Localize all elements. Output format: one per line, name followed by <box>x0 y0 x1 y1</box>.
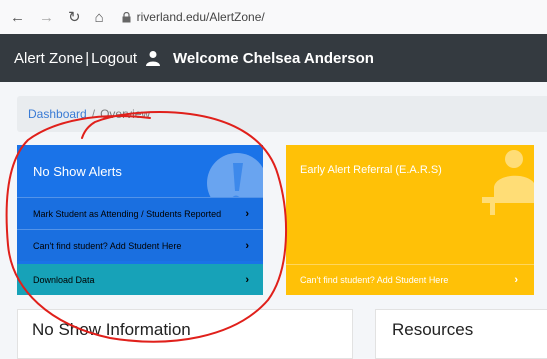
welcome-message: Welcome Chelsea Anderson <box>173 49 374 67</box>
breadcrumb-overview: Overview <box>100 107 151 121</box>
ear-add-student-link[interactable]: Can't find student? Add Student Here › <box>286 264 534 295</box>
resources-title: Resources <box>392 320 474 339</box>
add-student-link[interactable]: Can't find student? Add Student Here › <box>17 229 263 261</box>
back-arrow-icon[interactable]: ← <box>10 10 25 25</box>
chevron-right-icon: › <box>245 239 249 252</box>
resources-card: Resources <box>375 309 547 359</box>
lock-icon <box>122 11 131 22</box>
app-header: Alert Zone | Logout Welcome Chelsea Ande… <box>0 34 547 82</box>
url-text: riverland.edu/AlertZone/ <box>136 10 265 24</box>
add-student-label: Can't find student? Add Student Here <box>33 240 182 251</box>
chevron-right-icon: › <box>245 207 249 220</box>
chevron-right-icon: › <box>245 273 249 286</box>
no-show-information-title: No Show Information <box>32 320 191 339</box>
person-at-desk-icon <box>482 150 534 215</box>
ear-add-student-label: Can't find student? Add Student Here <box>300 275 449 285</box>
chevron-right-icon: › <box>514 274 518 286</box>
breadcrumb: Dashboard / Overview <box>17 96 547 132</box>
alert-zone-link[interactable]: Alert Zone <box>14 50 83 67</box>
mark-student-attending-link[interactable]: Mark Student as Attending / Students Rep… <box>17 197 263 229</box>
address-bar[interactable]: riverland.edu/AlertZone/ <box>122 10 265 24</box>
mark-student-attending-label: Mark Student as Attending / Students Rep… <box>33 208 222 219</box>
logout-link[interactable]: Logout <box>91 50 137 67</box>
header-separator: | <box>85 49 90 67</box>
no-show-alerts-title: No Show Alerts <box>33 164 122 179</box>
reload-icon[interactable]: ↻ <box>68 10 81 25</box>
download-data-link[interactable]: Download Data › <box>17 264 263 295</box>
home-icon[interactable]: ⌂ <box>95 10 104 25</box>
breadcrumb-separator: / <box>91 107 96 121</box>
user-icon <box>146 51 160 66</box>
no-show-information-card: No Show Information <box>17 309 353 359</box>
breadcrumb-dashboard[interactable]: Dashboard <box>28 107 87 121</box>
early-alert-referral-card: Early Alert Referral (E.A.R.S) Can't fin… <box>286 145 534 295</box>
forward-arrow-icon[interactable]: → <box>39 10 54 25</box>
browser-toolbar: ← → ↻ ⌂ riverland.edu/AlertZone/ <box>0 0 547 34</box>
early-alert-title: Early Alert Referral (E.A.R.S) <box>300 164 442 176</box>
download-data-label: Download Data <box>33 274 95 285</box>
